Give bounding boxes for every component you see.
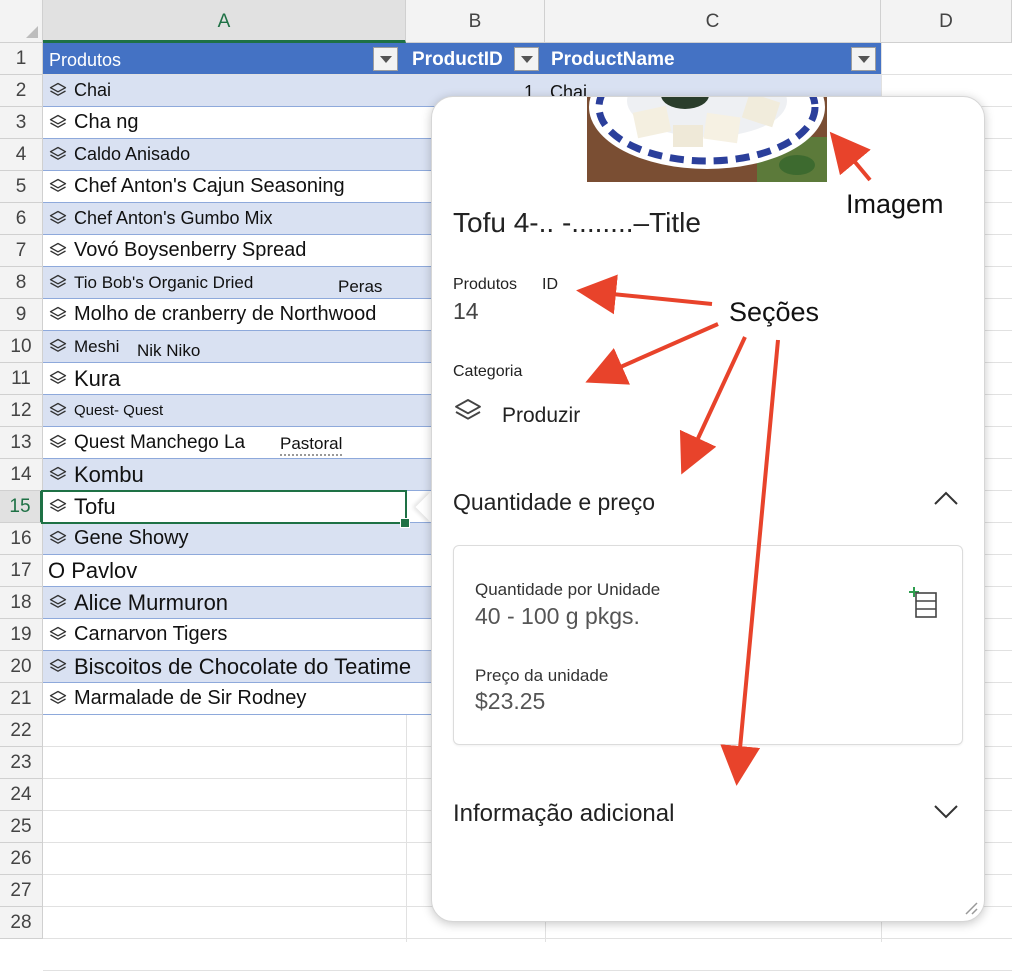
arrow-to-image xyxy=(829,131,872,182)
arrow-to-additional xyxy=(720,339,780,786)
annotation-sections: Seções xyxy=(729,297,820,327)
annotation-arrows xyxy=(576,131,872,786)
arrow-to-quantity xyxy=(679,336,747,475)
annotation-image: Imagem xyxy=(846,189,944,219)
arrow-to-id xyxy=(576,274,713,315)
arrow-to-category xyxy=(585,322,719,385)
